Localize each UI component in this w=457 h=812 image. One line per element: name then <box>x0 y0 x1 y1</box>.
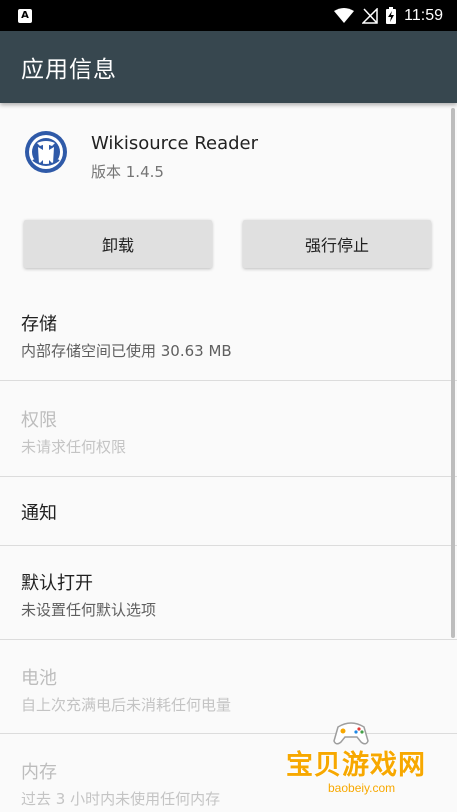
no-signal-icon <box>362 7 378 24</box>
app-header: Wikisource Reader 版本 1.4.5 <box>0 103 457 203</box>
permissions-item[interactable]: 权限 未请求任何权限 <box>0 381 457 471</box>
app-bar: 应用信息 <box>0 31 457 103</box>
memory-subtitle: 过去 3 小时内未使用任何内存 <box>21 790 221 808</box>
storage-subtitle: 内部存储空间已使用 30.63 MB <box>21 342 232 360</box>
app-name: Wikisource Reader <box>91 133 259 154</box>
watermark-text: 宝贝游戏网 <box>286 750 426 781</box>
uninstall-button[interactable]: 卸载 <box>24 220 212 268</box>
storage-item[interactable]: 存储 内部存储空间已使用 30.63 MB <box>0 297 457 380</box>
force-stop-button[interactable]: 强行停止 <box>243 220 431 268</box>
status-icons: 11:59 <box>334 7 443 25</box>
watermark: 宝贝游戏网 baobeiy.com <box>286 715 457 812</box>
memory-title: 内存 <box>21 762 57 783</box>
battery-charging-icon <box>386 7 397 24</box>
notifications-title: 通知 <box>21 503 57 524</box>
open-by-default-item[interactable]: 默认打开 未设置任何默认选项 <box>0 546 457 639</box>
notification-icon: A <box>18 8 32 23</box>
wifi-icon <box>334 7 355 23</box>
page-title: 应用信息 <box>21 57 117 83</box>
status-time: 11:59 <box>404 6 443 24</box>
watermark-url: baobeiy.com <box>328 781 396 795</box>
status-bar: A 11:59 <box>0 0 457 31</box>
battery-title: 电池 <box>21 668 57 689</box>
open-by-default-subtitle: 未设置任何默认选项 <box>21 601 157 619</box>
battery-subtitle: 自上次充满电后未消耗任何电量 <box>21 696 232 714</box>
scrollbar[interactable] <box>451 108 455 638</box>
app-version: 版本 1.4.5 <box>91 163 164 181</box>
permissions-subtitle: 未请求任何权限 <box>21 438 127 456</box>
app-icon <box>25 131 67 173</box>
open-by-default-title: 默认打开 <box>21 573 93 594</box>
storage-title: 存储 <box>21 314 57 335</box>
app-info-content[interactable]: Wikisource Reader 版本 1.4.5 卸载 强行停止 存储 内部… <box>0 103 457 812</box>
notifications-item[interactable]: 通知 <box>0 477 457 545</box>
permissions-title: 权限 <box>21 410 57 431</box>
